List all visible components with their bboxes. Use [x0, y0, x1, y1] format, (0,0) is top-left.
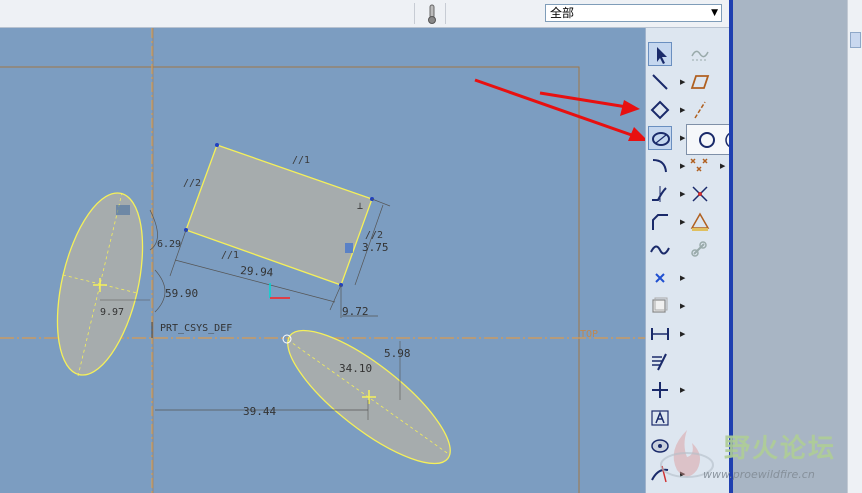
dimension-value[interactable]: 6.29 — [157, 239, 181, 250]
centerline-icon[interactable] — [688, 98, 712, 122]
select-arrow-icon[interactable] — [648, 42, 672, 66]
watermark-title: 野火论坛 — [724, 434, 837, 464]
dimension-value[interactable]: 34.10 — [339, 362, 372, 375]
vertex-point — [215, 143, 219, 147]
watermark: 野火论坛 www.proewildfire.cn — [645, 423, 850, 491]
measure-icon[interactable] — [688, 210, 712, 234]
flyout-arrow-icon[interactable]: ▶ — [680, 218, 685, 226]
flyout-arrow-icon[interactable]: ▶ — [680, 134, 685, 142]
toolbar-separator — [414, 3, 415, 24]
parallelogram-icon[interactable] — [688, 70, 712, 94]
flyout-arrow-icon[interactable]: ▶ — [680, 330, 685, 338]
constraint-label: ⊥ — [357, 201, 363, 212]
dimension-value[interactable]: 5.98 — [384, 347, 411, 360]
filter-select[interactable]: 全部 ▼ — [545, 4, 722, 22]
constraint-label: //1 — [221, 250, 239, 261]
dimension-value[interactable]: 9.72 — [342, 305, 369, 318]
chamfer-icon[interactable] — [648, 210, 672, 234]
line-icon[interactable] — [648, 70, 672, 94]
constraint-label: //1 — [292, 155, 310, 166]
offset-icon[interactable] — [648, 294, 672, 318]
flyout-arrow-icon[interactable]: ▶ — [680, 190, 685, 198]
annotation-arrow — [539, 91, 634, 110]
toolbar-separator — [445, 3, 446, 24]
filter-select-value: 全部 — [550, 6, 575, 20]
scrollbar[interactable] — [847, 0, 862, 493]
dimension-icon[interactable] — [648, 322, 672, 346]
flyout-arrow-icon[interactable]: ▶ — [680, 106, 685, 114]
center-radius-circle-icon[interactable] — [695, 128, 719, 152]
dimension-value[interactable]: 39.44 — [243, 405, 276, 418]
dimension-value[interactable]: 9.97 — [100, 307, 124, 318]
point-icon[interactable] — [648, 266, 672, 290]
intersect-icon[interactable] — [688, 182, 712, 206]
sketch-rectangle[interactable] — [185, 144, 373, 286]
sketch-canvas[interactable]: TOP //1 //2 //2 //1 ⊥ 29.94 3.75 9.72 59… — [0, 28, 645, 493]
thermometer-icon[interactable] — [425, 3, 439, 29]
csys-label: PRT_CSYS_DEF — [160, 323, 232, 334]
constraint-icon[interactable] — [648, 378, 672, 402]
circle-icon[interactable] — [648, 126, 672, 150]
arc-icon[interactable] — [648, 154, 672, 178]
flyout-arrow-icon[interactable]: ▶ — [680, 386, 685, 394]
modify-dimension-icon[interactable] — [648, 350, 672, 374]
rectangle-icon[interactable] — [648, 98, 672, 122]
constraint-label: //2 — [183, 178, 201, 189]
construction-point-icon[interactable] — [688, 154, 712, 178]
annotation-arrow — [474, 78, 641, 140]
side-panel — [733, 0, 847, 493]
datum-label-top: TOP — [580, 329, 598, 340]
flyout-arrow-icon[interactable]: ▶ — [680, 302, 685, 310]
flyout-arrow-icon[interactable]: ▶ — [680, 162, 685, 170]
dimension-value[interactable]: 59.90 — [165, 287, 198, 300]
dimension-value[interactable]: 29.94 — [240, 264, 274, 279]
flyout-arrow-icon[interactable]: ▶ — [680, 274, 685, 282]
top-toolbar: 全部 ▼ — [0, 0, 732, 28]
dimension-value[interactable]: 3.75 — [362, 241, 389, 254]
selection-filter-icon[interactable] — [688, 42, 712, 66]
spline-icon[interactable] — [648, 238, 672, 262]
flyout-arrow-icon[interactable]: ▶ — [680, 78, 685, 86]
link-icon[interactable] — [688, 238, 712, 262]
flyout-arrow-icon[interactable]: ▶ — [720, 162, 725, 170]
fillet-icon[interactable] — [648, 182, 672, 206]
watermark-url: www.proewildfire.cn — [703, 468, 815, 481]
chevron-down-icon[interactable]: ▼ — [711, 5, 718, 21]
scrollbar-thumb[interactable] — [850, 32, 861, 48]
